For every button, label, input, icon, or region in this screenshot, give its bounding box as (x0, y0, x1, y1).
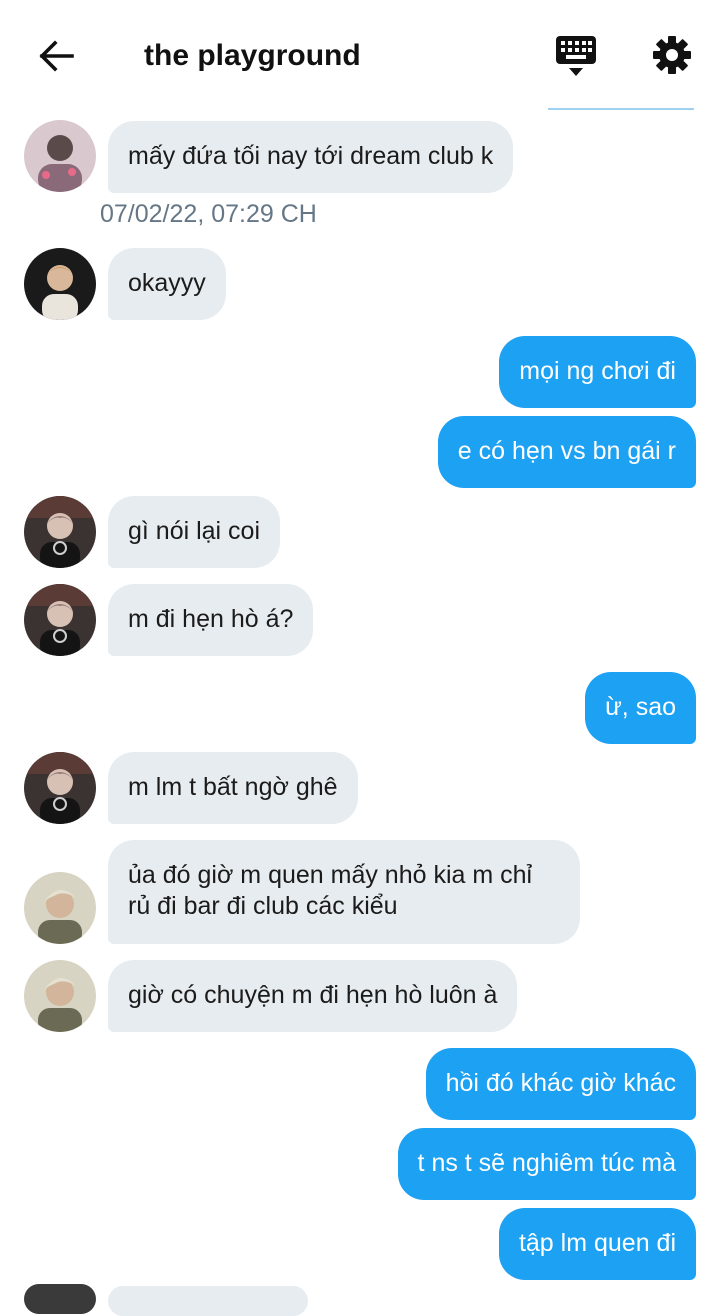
message-incoming[interactable]: m đi hẹn hò á? (108, 584, 314, 656)
message-incoming[interactable]: gì nói lại coi (108, 496, 281, 568)
message-incoming-partial[interactable] (108, 1286, 308, 1316)
message-timestamp: 07/02/22, 07:29 CH (100, 200, 317, 228)
avatar[interactable] (24, 248, 96, 320)
message-outgoing[interactable]: ừ, sao (585, 672, 696, 744)
message-incoming[interactable]: giờ có chuyện m đi hẹn hò luôn à (108, 960, 518, 1032)
keyboard-icon (556, 36, 596, 76)
message-incoming[interactable]: ủa đó giờ m quen mấy nhỏ kia m chỉ rủ đi… (108, 840, 580, 944)
avatar[interactable] (24, 496, 96, 568)
message-outgoing[interactable]: e có hẹn vs bn gái r (437, 416, 696, 488)
message-outgoing[interactable]: hồi đó khác giờ khác (425, 1048, 696, 1120)
gear-icon (653, 36, 691, 74)
message-incoming[interactable]: m lm t bất ngờ ghê (108, 752, 358, 824)
message-outgoing[interactable]: t ns t sẽ nghiêm túc mà (397, 1128, 696, 1200)
arrow-left-icon (39, 40, 74, 72)
conversation-title[interactable]: the playground (144, 36, 361, 76)
avatar[interactable] (24, 584, 96, 656)
back-button[interactable] (34, 34, 78, 78)
chat-header: the playground (0, 0, 720, 108)
avatar-partial[interactable] (24, 1284, 96, 1314)
message-outgoing[interactable]: mọi ng chơi đi (499, 336, 696, 408)
message-outgoing[interactable]: tập lm quen đi (498, 1208, 696, 1280)
avatar[interactable] (24, 872, 96, 944)
avatar[interactable] (24, 752, 96, 824)
keyboard-button[interactable] (552, 32, 600, 80)
scroll-indicator (548, 108, 694, 110)
message-incoming[interactable]: okayyy (108, 248, 226, 320)
avatar[interactable] (24, 960, 96, 1032)
avatar[interactable] (24, 120, 96, 192)
message-incoming[interactable]: mấy đứa tối nay tới dream club k (108, 121, 514, 193)
settings-button[interactable] (648, 30, 696, 78)
